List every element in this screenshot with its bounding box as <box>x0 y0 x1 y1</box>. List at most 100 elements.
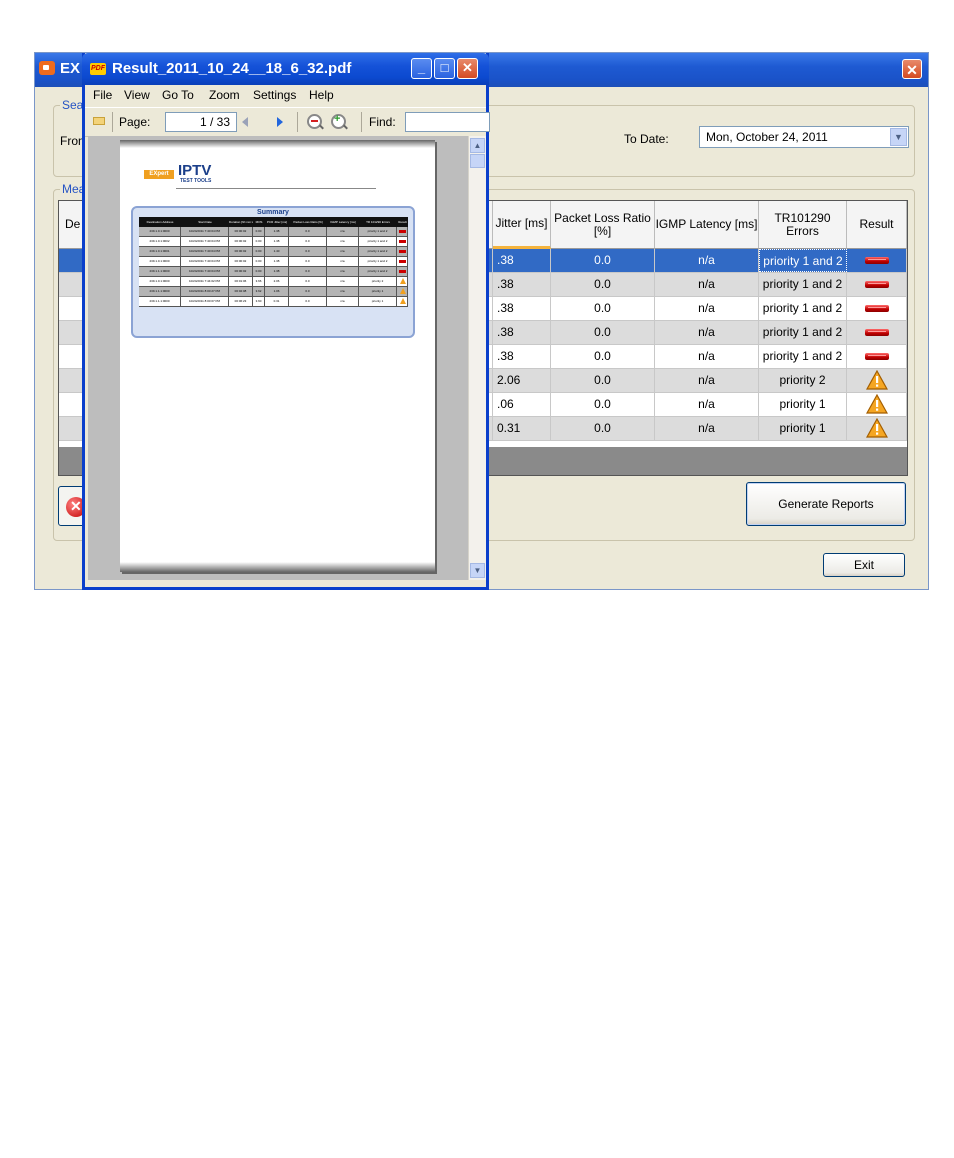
doc-logo-title: IPTV <box>178 162 212 179</box>
doc-table-cell: 0.0 <box>289 267 327 276</box>
jitter-cell: .38 <box>493 249 551 272</box>
maximize-button[interactable]: □ <box>434 58 455 79</box>
pdf-titlebar[interactable]: PDF Result_2011_10_24__18_6_32.pdf _ □ ✕ <box>82 53 489 85</box>
column-header-packet-loss[interactable]: Packet Loss Ratio [%] <box>551 201 655 249</box>
fail-indicator-icon <box>399 270 406 273</box>
generate-reports-button[interactable]: Generate Reports <box>746 482 906 526</box>
zoom-out-icon[interactable] <box>307 114 322 129</box>
warning-icon <box>400 288 406 294</box>
pdf-close-button[interactable]: ✕ <box>457 58 478 79</box>
pdf-viewer-window: PDF Result_2011_10_24__18_6_32.pdf _ □ ✕… <box>82 53 490 590</box>
warning-icon <box>400 298 406 304</box>
main-close-button[interactable]: ✕ <box>902 59 922 79</box>
doc-table-cell: 239.1.0.1:0000 <box>139 227 181 236</box>
scrollbar-thumb[interactable] <box>470 154 485 168</box>
scroll-up-icon[interactable]: ▲ <box>470 138 485 153</box>
doc-summary-panel: Summary Destination Address Start Date Dur… <box>131 206 415 338</box>
igmp-latency-cell: n/a <box>655 297 759 320</box>
doc-table-cell: 10/24/2011 8:00:07 PM <box>181 297 229 306</box>
fail-indicator-icon <box>864 329 889 336</box>
minimize-button[interactable]: _ <box>411 58 432 79</box>
packet-loss-cell: 0.0 <box>551 273 655 296</box>
doc-table-cell <box>397 227 408 236</box>
doc-table-cell: n/a <box>327 257 359 266</box>
doc-table-cell: 00:01:06 <box>229 277 253 286</box>
doc-table-cell: 0.0 <box>289 247 327 256</box>
result-cell <box>847 297 907 320</box>
open-folder-icon[interactable] <box>93 117 105 125</box>
menu-zoom[interactable]: Zoom <box>209 88 240 102</box>
doc-table-cell: 0.00 <box>253 237 265 246</box>
column-header-igmp-latency[interactable]: IGMP Latency [ms] <box>655 201 759 249</box>
doc-column-header: PCR Jitter [ms] <box>266 220 288 224</box>
doc-table-cell: 10/24/2011 8:00:27 PM <box>181 287 229 296</box>
jitter-cell: 2.06 <box>493 369 551 392</box>
doc-table-cell: 1.40 <box>265 247 289 256</box>
doc-table-cell: 10/24/2011 7:40:04 PM <box>181 227 229 236</box>
menu-view[interactable]: View <box>124 88 150 102</box>
doc-table-row: 239.1.0.1:0000 10/24/2011 7:40:04 PM 00:00… <box>139 227 408 237</box>
to-date-label: To Date: <box>624 132 669 146</box>
jitter-cell: .38 <box>493 273 551 296</box>
page-number-input[interactable]: 1 / 33 <box>165 112 237 132</box>
doc-table-cell: 3.60 <box>253 297 265 306</box>
fail-indicator-icon <box>864 281 889 288</box>
tr101290-cell: priority 1 and 2 <box>759 273 847 296</box>
next-page-icon[interactable] <box>277 117 283 127</box>
menu-help[interactable]: Help <box>309 88 334 102</box>
doc-table-cell: n/a <box>327 227 359 236</box>
doc-table-cell: priority 1 and 2 <box>359 227 397 236</box>
jitter-cell: .38 <box>493 297 551 320</box>
doc-column-header: Duration [hh:mm:ss] <box>229 220 253 224</box>
doc-table-row: 239.1.0.1:0000 10/24/2011 7:44:02 PM 00:01… <box>139 277 408 287</box>
doc-column-header: IGMP Latency [ms] <box>330 220 356 224</box>
doc-table-cell: 10/24/2011 7:40:04 PM <box>181 267 229 276</box>
chevron-down-icon[interactable]: ▼ <box>890 128 907 146</box>
doc-table-cell: 0.0 <box>289 297 327 306</box>
doc-table-cell: priority 1 and 2 <box>359 237 397 246</box>
doc-table-cell: 239.1.0.1:0001 <box>139 247 181 256</box>
menu-go-to[interactable]: Go To <box>162 88 194 102</box>
doc-table-cell: 1.38 <box>265 227 289 236</box>
toolbar-separator <box>112 112 113 132</box>
igmp-latency-cell: n/a <box>655 273 759 296</box>
doc-table-row: 239.1.0.1:0000 10/24/2011 7:40:04 PM 00:00… <box>139 257 408 267</box>
doc-table-cell: 3.66 <box>253 277 265 286</box>
doc-column-header: TR 101290 Errors <box>366 220 390 224</box>
doc-table-cell: priority 1 <box>359 287 397 296</box>
pdf-app-icon: PDF <box>90 63 106 75</box>
doc-table-cell: 239.1.1.1:0000 <box>139 297 181 306</box>
exit-button[interactable]: Exit <box>823 553 905 577</box>
column-header-result[interactable]: Result <box>847 201 907 249</box>
doc-table-cell: 10/24/2011 7:40:04 PM <box>181 237 229 246</box>
doc-table-cell: 1.38 <box>265 237 289 246</box>
tr101290-cell: priority 1 and 2 <box>759 249 847 272</box>
pdf-document-view[interactable]: EXpert IPTV TEST TOOLS Summary Destinati… <box>88 136 468 580</box>
to-date-picker[interactable]: Mon, October 24, 2011 ▼ <box>699 126 909 148</box>
previous-page-icon[interactable] <box>242 117 248 127</box>
toolbar-separator <box>297 112 298 132</box>
doc-table-cell: 0.00 <box>253 227 265 236</box>
column-header-jitter[interactable]: Jitter [ms] <box>493 201 551 249</box>
doc-table-cell: 0.31 <box>265 297 289 306</box>
doc-table-cell <box>397 247 408 256</box>
doc-table-row: 239.1.0.1:0001 10/24/2011 7:40:04 PM 00:00… <box>139 247 408 257</box>
column-header-tr101290[interactable]: TR101290 Errors <box>759 201 847 249</box>
find-input[interactable] <box>405 112 490 132</box>
menu-settings[interactable]: Settings <box>253 88 296 102</box>
warning-icon <box>865 369 888 390</box>
scroll-down-icon[interactable]: ▼ <box>470 563 485 578</box>
doc-table-cell <box>397 297 408 306</box>
pdf-scrollbar[interactable]: ▲ ▼ <box>468 136 486 580</box>
igmp-latency-cell: n/a <box>655 417 759 440</box>
doc-summary-title: Summary <box>257 209 289 216</box>
doc-divider <box>176 188 376 189</box>
doc-table-cell: n/a <box>327 297 359 306</box>
zoom-in-icon[interactable] <box>331 113 346 129</box>
doc-table-cell: 0.0 <box>289 237 327 246</box>
doc-table-cell: 1.38 <box>265 267 289 276</box>
menu-file[interactable]: File <box>93 88 112 102</box>
doc-table-cell: 00:00:02 <box>229 267 253 276</box>
tr101290-cell: priority 1 and 2 <box>759 345 847 368</box>
warning-icon <box>865 417 888 438</box>
